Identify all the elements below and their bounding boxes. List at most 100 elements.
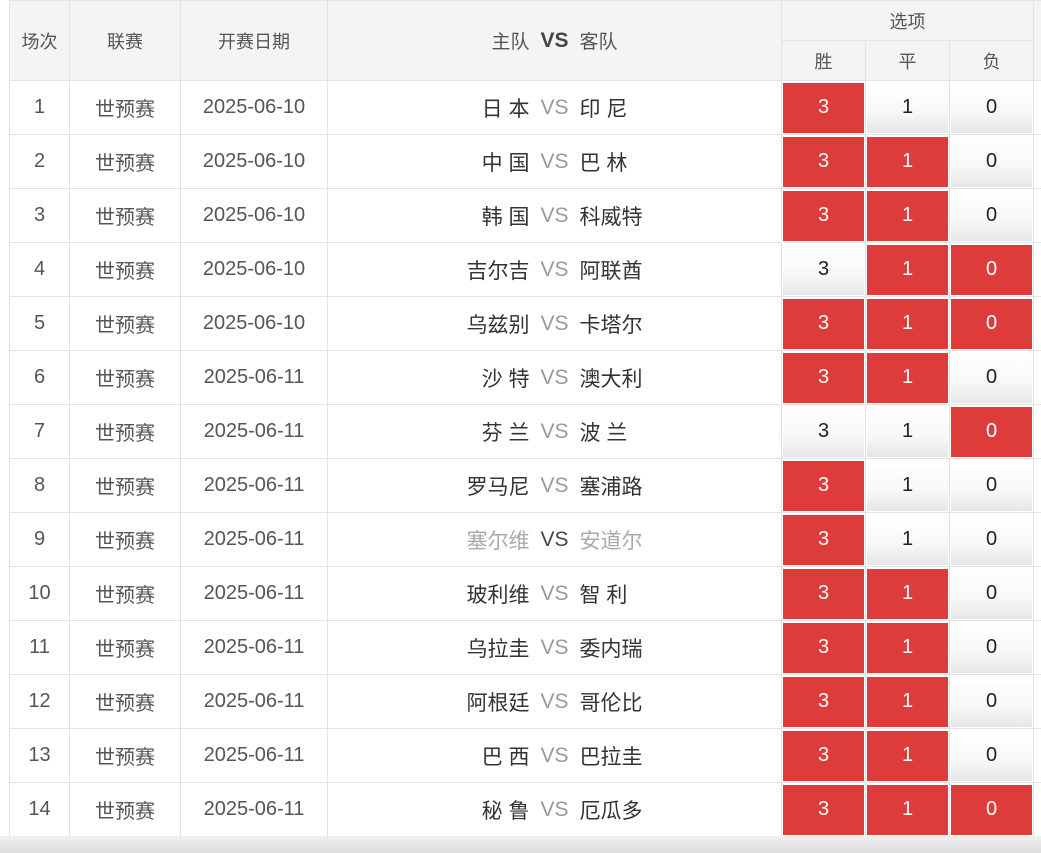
cell-index: 7: [9, 404, 70, 459]
cell-win: 3: [781, 620, 866, 675]
home-team: 秘 鲁: [481, 799, 530, 823]
option-draw-button[interactable]: 1: [867, 676, 948, 727]
option-draw-button[interactable]: 1: [867, 622, 948, 673]
option-lose-button[interactable]: 0: [951, 406, 1033, 457]
cell-lose: 0: [948, 458, 1035, 513]
option-draw-button[interactable]: 1: [867, 82, 948, 133]
away-team: 哥伦比: [579, 691, 643, 715]
option-win-button[interactable]: 3: [783, 730, 864, 781]
cell-lose: 0: [948, 134, 1035, 189]
vs-label: VS: [540, 203, 569, 227]
cell-date: 2025-06-11: [180, 566, 328, 621]
table-row: 6 世预赛 2025-06-11 沙 特 VS 澳大利 3 1 0: [9, 350, 1041, 405]
cell-index: 5: [9, 296, 70, 351]
option-draw-button[interactable]: 1: [867, 460, 948, 511]
bottom-scroll-shadow: [0, 836, 1041, 853]
cell-win: 3: [781, 728, 866, 783]
option-draw-button[interactable]: 1: [867, 136, 948, 187]
cell-spacer: [1033, 350, 1041, 405]
cell-spacer: [1033, 296, 1041, 351]
cell-match: 吉尔吉 VS 阿联酋: [327, 242, 782, 297]
cell-index: 1: [9, 80, 70, 135]
away-team: 安道尔: [579, 529, 643, 553]
cell-league: 世预赛: [69, 566, 181, 621]
option-draw-button[interactable]: 1: [867, 784, 948, 835]
cell-draw: 1: [865, 458, 950, 513]
header-date: 开赛日期: [180, 0, 328, 81]
option-lose-button[interactable]: 0: [951, 460, 1033, 511]
header-lose: 负: [948, 40, 1035, 81]
option-draw-button[interactable]: 1: [867, 568, 948, 619]
option-lose-button[interactable]: 0: [951, 622, 1033, 673]
option-win-button[interactable]: 3: [783, 190, 864, 241]
option-lose-button[interactable]: 0: [951, 190, 1033, 241]
option-draw-button[interactable]: 1: [867, 730, 948, 781]
option-draw-button[interactable]: 1: [867, 514, 948, 565]
cell-date: 2025-06-10: [180, 80, 328, 135]
option-win-button[interactable]: 3: [783, 622, 864, 673]
cell-date: 2025-06-11: [180, 782, 328, 837]
cell-draw: 1: [865, 134, 950, 189]
cell-match: 沙 特 VS 澳大利: [327, 350, 782, 405]
option-win-button[interactable]: 3: [783, 136, 864, 187]
cell-lose: 0: [948, 728, 1035, 783]
cell-league: 世预赛: [69, 512, 181, 567]
option-lose-button[interactable]: 0: [951, 352, 1033, 403]
option-draw-button[interactable]: 1: [867, 298, 948, 349]
vs-label: VS: [540, 257, 569, 281]
option-lose-button[interactable]: 0: [951, 514, 1033, 565]
cell-draw: 1: [865, 620, 950, 675]
cell-draw: 1: [865, 80, 950, 135]
option-win-button[interactable]: 3: [783, 784, 864, 835]
option-win-button[interactable]: 3: [783, 82, 864, 133]
header-away: 客队: [579, 32, 618, 53]
table-header: 场次 联赛 开赛日期 主队 VS 客队 选项 胜 平 负: [9, 0, 1041, 81]
option-lose-button[interactable]: 0: [951, 568, 1033, 619]
cell-league: 世预赛: [69, 350, 181, 405]
option-lose-button[interactable]: 0: [951, 298, 1033, 349]
cell-lose: 0: [948, 350, 1035, 405]
table-row: 13 世预赛 2025-06-11 巴 西 VS 巴拉圭 3 1 0: [9, 728, 1041, 783]
cell-date: 2025-06-11: [180, 350, 328, 405]
vs-label: VS: [540, 581, 569, 605]
option-lose-button[interactable]: 0: [951, 676, 1033, 727]
option-win-button[interactable]: 3: [783, 298, 864, 349]
option-win-button[interactable]: 3: [783, 460, 864, 511]
option-win-button[interactable]: 3: [783, 676, 864, 727]
cell-lose: 0: [948, 80, 1035, 135]
cell-draw: 1: [865, 350, 950, 405]
option-lose-button[interactable]: 0: [951, 82, 1033, 133]
cell-index: 14: [9, 782, 70, 837]
cell-league: 世预赛: [69, 404, 181, 459]
header-win: 胜: [781, 40, 866, 81]
cell-win: 3: [781, 134, 866, 189]
cell-spacer: [1033, 512, 1041, 567]
vs-label: VS: [540, 419, 569, 443]
table-body: 1 世预赛 2025-06-10 日 本 VS 印 尼 3 1 0 2 世预赛 2025-06-10 中…: [9, 80, 1041, 837]
option-draw-button[interactable]: 1: [867, 244, 948, 295]
cell-match: 芬 兰 VS 波 兰: [327, 404, 782, 459]
vs-label: VS: [540, 797, 569, 821]
cell-index: 2: [9, 134, 70, 189]
option-draw-button[interactable]: 1: [867, 352, 948, 403]
cell-league: 世预赛: [69, 188, 181, 243]
option-draw-button[interactable]: 1: [867, 406, 948, 457]
cell-win: 3: [781, 242, 866, 297]
cell-lose: 0: [948, 242, 1035, 297]
option-win-button[interactable]: 3: [783, 406, 864, 457]
option-lose-button[interactable]: 0: [951, 136, 1033, 187]
option-lose-button[interactable]: 0: [951, 244, 1033, 295]
cell-win: 3: [781, 188, 866, 243]
cell-win: 3: [781, 80, 866, 135]
option-lose-button[interactable]: 0: [951, 730, 1033, 781]
option-win-button[interactable]: 3: [783, 568, 864, 619]
cell-match: 巴 西 VS 巴拉圭: [327, 728, 782, 783]
option-win-button[interactable]: 3: [783, 352, 864, 403]
cell-match: 秘 鲁 VS 厄瓜多: [327, 782, 782, 837]
option-win-button[interactable]: 3: [783, 244, 864, 295]
cell-date: 2025-06-11: [180, 728, 328, 783]
option-win-button[interactable]: 3: [783, 514, 864, 565]
cell-draw: 1: [865, 566, 950, 621]
option-draw-button[interactable]: 1: [867, 190, 948, 241]
option-lose-button[interactable]: 0: [951, 784, 1033, 835]
